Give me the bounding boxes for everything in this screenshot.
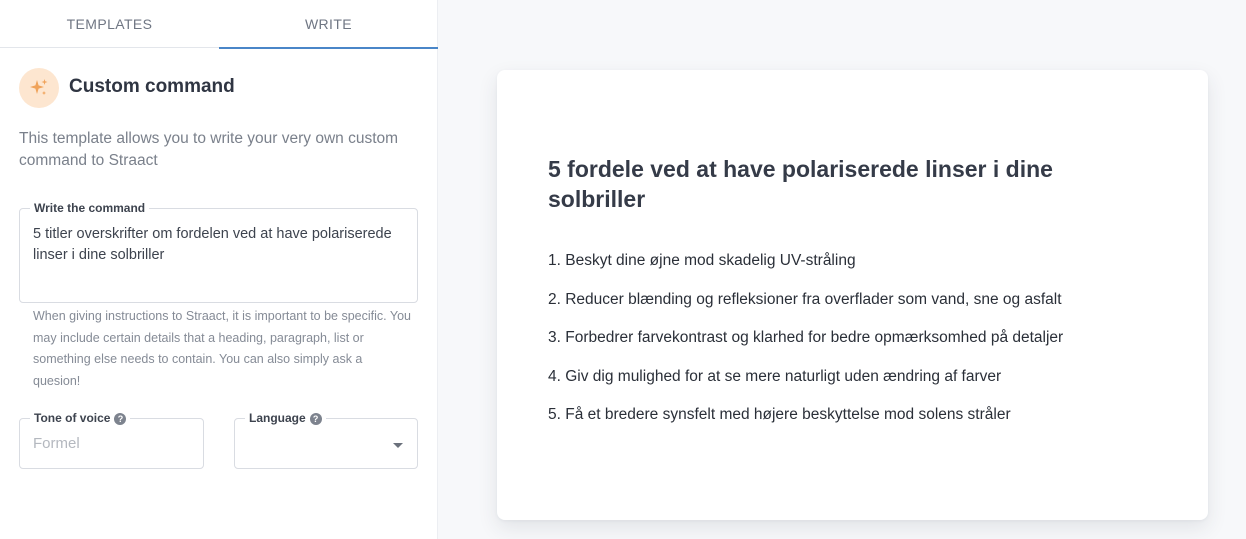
tone-of-voice-field[interactable]: Tone of voice? <box>19 411 204 469</box>
help-text: When giving instructions to Straact, it … <box>33 309 411 388</box>
list-item: 3. Forbedrer farvekontrast og klarhed fo… <box>548 329 1064 346</box>
list-item: 5. Få et bredere synsfelt med højere bes… <box>548 406 1011 423</box>
output-card: 5 fordele ved at have polariserede linse… <box>497 70 1208 520</box>
list-item: 1. Beskyt dine øjne mod skadelig UV-strå… <box>548 252 856 269</box>
tab-bar: TEMPLATES WRITE <box>0 0 438 49</box>
language-select[interactable]: Language? <box>234 411 418 469</box>
output-list: 1. Beskyt dine øjne mod skadelig UV-strå… <box>548 251 1063 444</box>
list-item: 2. Reducer blænding og refleksioner fra … <box>548 290 1062 308</box>
list-item: 4. Giv dig mulighed for at se mere natur… <box>548 367 1002 385</box>
language-label: Language? <box>245 411 326 425</box>
left-panel: TEMPLATES WRITE Custom command This temp… <box>0 0 438 539</box>
tab-templates[interactable]: TEMPLATES <box>0 0 219 48</box>
help-icon[interactable]: ? <box>309 413 322 425</box>
sparkles-icon <box>19 68 59 108</box>
command-field[interactable]: Write the command 5 titler overskrifter … <box>19 201 418 303</box>
template-description: This template allows you to write your v… <box>19 130 399 169</box>
tab-write[interactable]: WRITE <box>219 0 438 49</box>
command-field-label: Write the command <box>30 201 150 215</box>
tone-of-voice-input[interactable] <box>33 435 193 452</box>
tone-of-voice-label: Tone of voice? <box>30 411 131 425</box>
help-icon[interactable]: ? <box>114 413 127 425</box>
chevron-down-icon[interactable] <box>393 443 403 448</box>
output-title: 5 fordele ved at have polariserede linse… <box>548 156 1053 212</box>
command-input[interactable]: 5 titler overskrifter om fordelen ved at… <box>33 224 403 266</box>
template-title: Custom command <box>69 76 235 97</box>
